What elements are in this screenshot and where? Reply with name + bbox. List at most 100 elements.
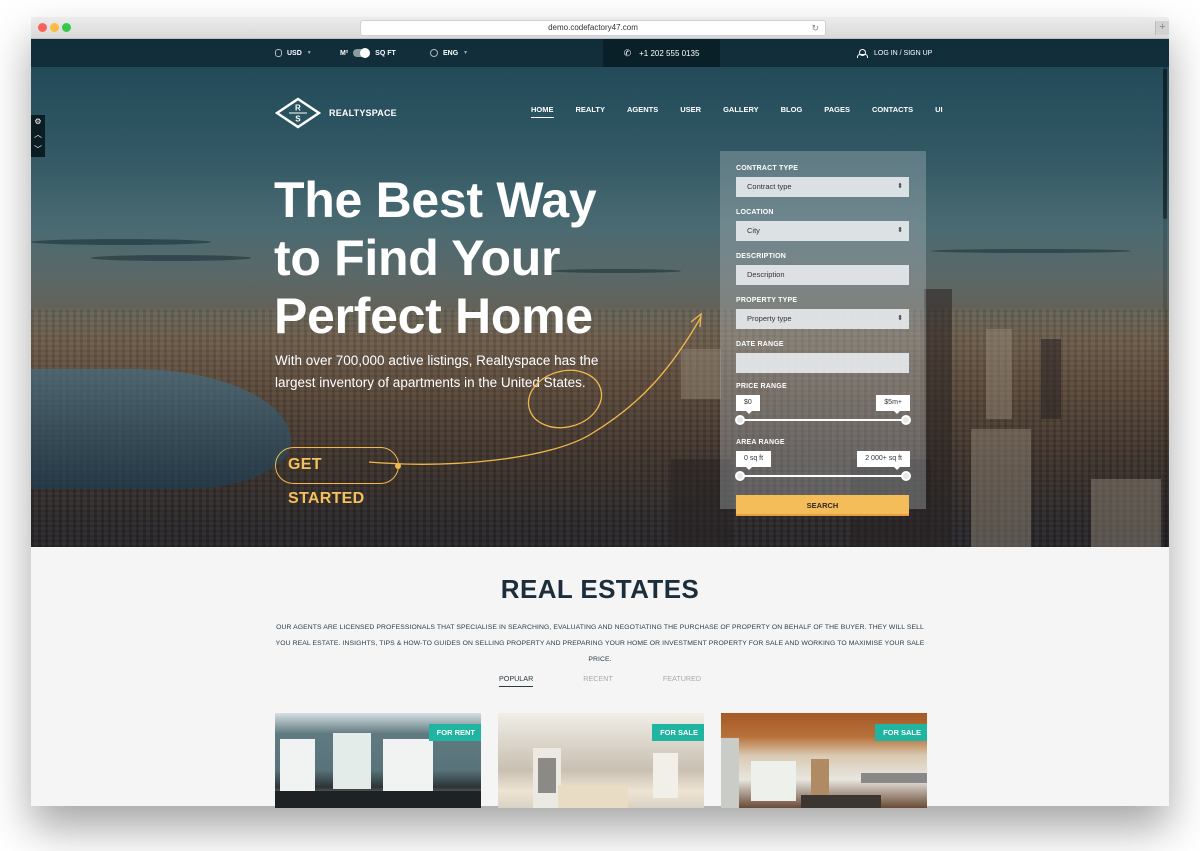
contract-type-select[interactable]: Contract type ⬍ (736, 177, 909, 197)
select-arrows-icon: ⬍ (897, 227, 903, 234)
new-tab-button[interactable]: + (1155, 21, 1169, 35)
location-value: City (747, 226, 760, 235)
nav-item-contacts[interactable]: CONTACTS (872, 105, 913, 118)
brand-name: REALTYSPACE (329, 108, 397, 118)
main-nav: HOME REALTY AGENTS USER GALLERY BLOG PAG… (531, 105, 943, 118)
language-selector[interactable]: ENG ▼ (430, 39, 468, 67)
area-min-bubble: 0 sq ft (736, 451, 772, 470)
phone-number: +1 202 555 0135 (639, 48, 700, 58)
building-decoration (986, 329, 1012, 419)
phone-contact[interactable]: ✆ +1 202 555 0135 (603, 39, 720, 67)
reload-icon[interactable]: ↻ (811, 21, 819, 35)
price-min-bubble: $0 (736, 395, 760, 414)
nav-item-agents[interactable]: AGENTS (627, 105, 658, 118)
language-label: ENG (443, 49, 459, 57)
property-type-label: PROPERTY TYPE (736, 297, 798, 304)
section-title: REAL ESTATES (500, 574, 700, 604)
real-estates-section: REAL ESTATES OUR AGENTS ARE LICENSED PRO… (31, 547, 1169, 808)
brand-logo[interactable]: R S REALTYSPACE (275, 97, 397, 129)
building-decoration (681, 349, 721, 399)
select-arrows-icon: ⬍ (897, 183, 903, 190)
cloud-decoration (91, 255, 251, 261)
nav-item-user[interactable]: USER (680, 105, 701, 118)
maximize-window-button[interactable] (62, 23, 71, 32)
search-button[interactable]: SEARCH (736, 495, 909, 516)
url-text: demo.codefactory47.com (548, 23, 638, 32)
login-label: LOG IN / SIGN UP (874, 49, 933, 57)
area-min-handle[interactable] (735, 471, 745, 481)
login-signup-link[interactable]: LOG IN / SIGN UP (857, 39, 932, 67)
image-detail (721, 738, 739, 808)
chevron-down-icon[interactable]: ﹀ (34, 144, 42, 155)
hero-section: USD ▼ M² SQ FT ENG ▼ ✆ +1 202 555 0135 L… (31, 39, 1169, 547)
area-max-bubble: 2 000+ sq ft (857, 451, 910, 470)
gear-icon[interactable]: ⚙ (34, 117, 41, 126)
area-range-track[interactable] (740, 475, 906, 477)
browser-window: demo.codefactory47.com ↻ + USD ▼ M² SQ F… (31, 17, 1169, 808)
listing-card[interactable]: FOR RENT (275, 713, 481, 808)
contract-type-label: CONTRACT TYPE (736, 165, 799, 172)
top-bar: USD ▼ M² SQ FT ENG ▼ ✆ +1 202 555 0135 L… (31, 39, 1169, 67)
building-decoration (1091, 479, 1161, 547)
price-range-slider[interactable]: $0 $5m+ (735, 395, 911, 435)
image-detail (275, 791, 481, 808)
building-decoration (1041, 339, 1061, 419)
side-tools-panel: ⚙ ︿ ﹀ (31, 115, 45, 157)
nav-item-home[interactable]: HOME (531, 105, 554, 118)
get-started-label: GET STARTED (288, 456, 365, 507)
location-label: LOCATION (736, 209, 774, 216)
price-range-label: PRICE RANGE (736, 383, 787, 390)
currency-icon (275, 49, 282, 57)
headline-line-3: Perfect Home (274, 288, 593, 344)
tab-featured[interactable]: FEATURED (663, 674, 701, 687)
hero-subtext: With over 700,000 active listings, Realt… (275, 353, 599, 390)
property-search-form: CONTRACT TYPE Contract type ⬍ LOCATION C… (720, 151, 926, 516)
contract-type-value: Contract type (747, 182, 792, 191)
minimize-window-button[interactable] (50, 23, 59, 32)
property-type-select[interactable]: Property type ⬍ (736, 309, 909, 329)
nav-item-pages[interactable]: PAGES (824, 105, 850, 118)
tab-recent[interactable]: RECENT (583, 674, 613, 687)
price-max-bubble: $5m+ (876, 395, 910, 414)
price-min-handle[interactable] (735, 415, 745, 425)
description-placeholder: Description (747, 270, 785, 279)
tab-popular[interactable]: POPULAR (498, 674, 534, 687)
user-icon (857, 48, 868, 58)
nav-item-ui[interactable]: UI (935, 105, 943, 118)
cloud-decoration (931, 249, 1131, 253)
address-bar[interactable]: demo.codefactory47.com ↻ (360, 20, 826, 36)
scrollbar-thumb[interactable] (1163, 69, 1167, 219)
date-range-input[interactable]: 12/03/2015 12:00 AM - 12/22/2015 12:00 A… (736, 353, 909, 373)
nav-item-blog[interactable]: BLOG (781, 105, 803, 118)
location-select[interactable]: City ⬍ (736, 221, 909, 241)
unit-toggle-switch[interactable] (353, 48, 371, 58)
currency-selector[interactable]: USD ▼ (275, 39, 312, 67)
globe-icon (430, 49, 438, 57)
select-arrows-icon: ⬍ (897, 315, 903, 322)
nav-item-gallery[interactable]: GALLERY (723, 105, 759, 118)
nav-item-realty[interactable]: REALTY (576, 105, 605, 118)
chevron-up-icon[interactable]: ︿ (34, 129, 42, 140)
listing-card[interactable]: FOR SALE (721, 713, 927, 808)
chevron-down-icon: ▼ (306, 50, 312, 56)
price-max-handle[interactable] (901, 415, 911, 425)
hero-headline: The Best Way to Find Your Perfect Home (274, 171, 674, 345)
property-type-value: Property type (747, 314, 792, 323)
cta-dot (395, 463, 401, 469)
headline-line-1: The Best Way (274, 172, 597, 228)
close-window-button[interactable] (38, 23, 47, 32)
building-decoration (971, 429, 1031, 547)
svg-text:S: S (295, 115, 301, 124)
area-range-label: AREA RANGE (736, 439, 785, 446)
price-range-track[interactable] (740, 419, 906, 421)
area-max-handle[interactable] (901, 471, 911, 481)
get-started-button[interactable]: GET STARTED (275, 447, 401, 507)
unit-toggle[interactable]: M² SQ FT (340, 39, 396, 67)
area-range-slider[interactable]: 0 sq ft 2 000+ sq ft (735, 451, 911, 491)
headline-line-2: to Find Your (274, 230, 561, 286)
listing-card[interactable]: FOR SALE (498, 713, 704, 808)
image-detail (558, 785, 628, 808)
description-input[interactable]: Description (736, 265, 909, 285)
listing-cards: FOR RENT FOR SALE FOR SALE (275, 713, 927, 808)
image-detail (801, 795, 881, 808)
